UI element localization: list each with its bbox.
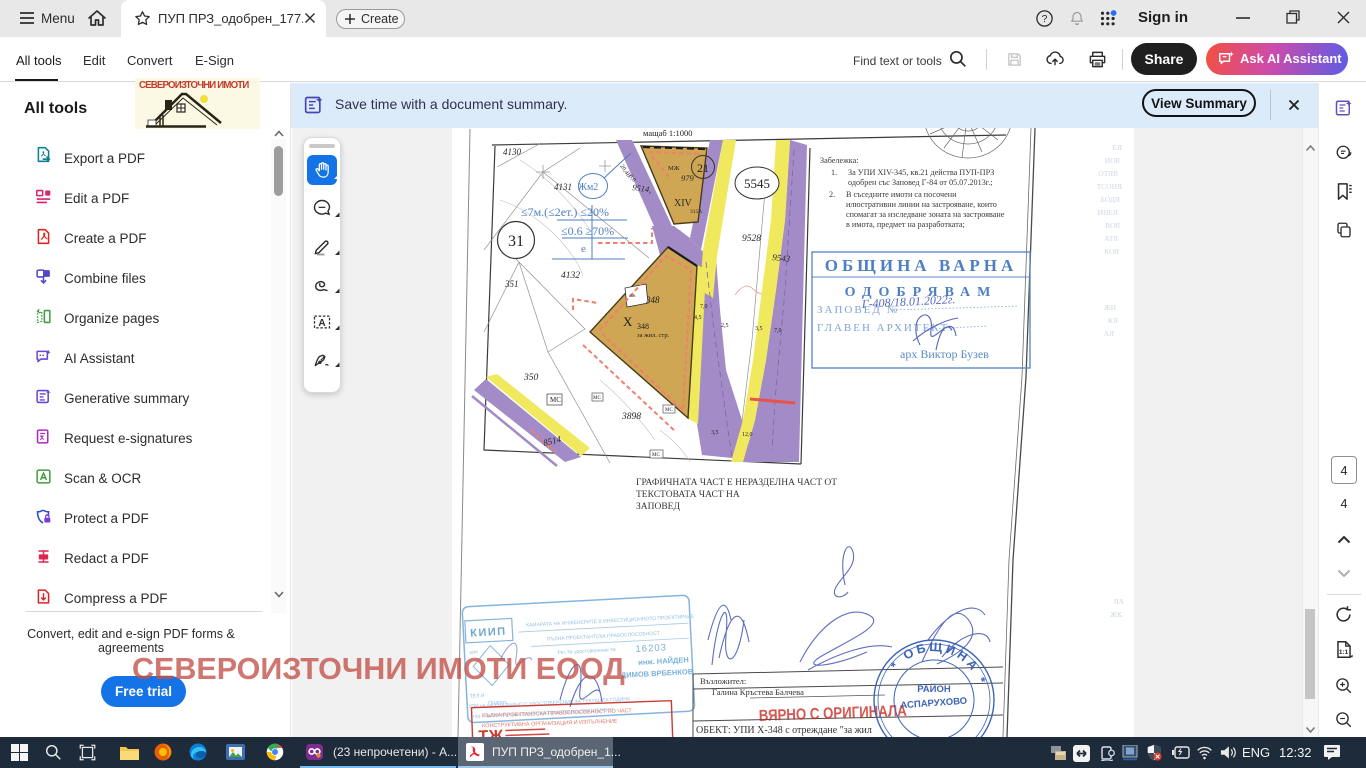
svg-text:ТСОНЯ: ТСОНЯ bbox=[1097, 182, 1122, 191]
svg-text:ТЕКСТОВАТА ЧАСТ НА: ТЕКСТОВАТА ЧАСТ НА bbox=[636, 490, 740, 500]
svg-text:348: 348 bbox=[645, 295, 660, 305]
svg-text:1:1: 1:1 bbox=[1339, 649, 1349, 656]
svg-text:КОЯ: КОЯ bbox=[1104, 247, 1119, 256]
svg-text:351: 351 bbox=[504, 279, 519, 289]
svg-text:2,5: 2,5 bbox=[721, 323, 729, 329]
svg-text:ВОЯ: ВОЯ bbox=[1105, 221, 1120, 230]
svg-text:4130: 4130 bbox=[503, 147, 522, 157]
svg-text:ТЖ: ТЖ bbox=[478, 728, 504, 737]
svg-text:ЕЯ: ЕЯ bbox=[1112, 143, 1122, 152]
svg-text:979: 979 bbox=[681, 173, 695, 183]
svg-text:ЖК: ЖК bbox=[1110, 610, 1123, 619]
svg-text:ТЕЛ И: ТЕЛ И bbox=[470, 693, 485, 700]
svg-text:9543: 9543 bbox=[772, 252, 791, 264]
svg-text:7,0: 7,0 bbox=[700, 304, 708, 310]
svg-text:315А: 315А bbox=[690, 209, 702, 215]
svg-text:е: е bbox=[581, 243, 586, 255]
svg-text:За УПИ XIV-345, кв.21 действа: За УПИ XIV-345, кв.21 действа ПУП-ПРЗ bbox=[848, 168, 994, 177]
svg-text:1.: 1. bbox=[831, 168, 837, 177]
svg-text:ОБЩИНА ВАРНА: ОБЩИНА ВАРНА bbox=[825, 256, 1018, 275]
svg-text:В съседните имоти са посочени: В съседните имоти са посочени bbox=[846, 190, 957, 199]
svg-text:ИНЕЯ: ИНЕЯ bbox=[1098, 208, 1118, 217]
svg-text:12,0: 12,0 bbox=[742, 432, 753, 438]
svg-text:3,5: 3,5 bbox=[755, 326, 763, 332]
svg-text:ЖИ: ЖИ bbox=[1104, 303, 1117, 312]
svg-text:спомагат за изследване зоната: спомагат за изследване зоната на застроя… bbox=[846, 210, 1005, 219]
svg-text:9528: 9528 bbox=[742, 234, 761, 244]
svg-text:7,0: 7,0 bbox=[774, 328, 782, 334]
svg-text:XIV: XIV bbox=[674, 198, 693, 209]
svg-text:МС: МС bbox=[665, 408, 673, 413]
svg-text:ЯА: ЯА bbox=[1114, 597, 1125, 606]
svg-text:X: X bbox=[623, 314, 633, 329]
svg-text:ОТЯВ: ОТЯВ bbox=[1098, 169, 1118, 178]
svg-text:4132: 4132 bbox=[561, 271, 580, 281]
svg-text:Жм2: Жм2 bbox=[578, 182, 598, 193]
svg-text:4131: 4131 bbox=[554, 182, 572, 192]
svg-text:МС: МС bbox=[550, 396, 561, 404]
svg-text:ОБЕКТ: УПИ Х-348 с отреждане ": ОБЕКТ: УПИ Х-348 с отреждане "за жил bbox=[696, 725, 872, 736]
svg-text:КИИП: КИИП bbox=[470, 626, 507, 640]
svg-text:мащаб 1:1000: мащаб 1:1000 bbox=[643, 128, 692, 138]
svg-text:?: ? bbox=[1042, 13, 1048, 25]
svg-text:КЯ: КЯ bbox=[1108, 316, 1118, 325]
svg-text:БОДЯ: БОДЯ bbox=[1101, 195, 1120, 204]
svg-text:МС: МС bbox=[652, 453, 660, 458]
svg-text:илюстративни линии на застрояв: илюстративни линии на застрояване, които bbox=[846, 200, 997, 209]
svg-text:Забележка:: Забележка: bbox=[820, 156, 859, 165]
svg-text:5545: 5545 bbox=[744, 176, 770, 191]
svg-text:31: 31 bbox=[508, 233, 524, 250]
svg-text:≤0.6 ≥70%: ≤0.6 ≥70% bbox=[561, 224, 614, 238]
svg-text:арх Виктор Бузев: арх Виктор Бузев bbox=[900, 347, 989, 361]
svg-text:РАЙОН: РАЙОН bbox=[917, 683, 951, 695]
svg-text:3898: 3898 bbox=[621, 412, 641, 422]
svg-text:3,5: 3,5 bbox=[711, 430, 719, 436]
svg-text:АТЯ: АТЯ bbox=[1104, 234, 1118, 243]
svg-text:МС: МС bbox=[593, 396, 601, 401]
svg-text:ГРАФИЧНАТА ЧАСТ Е НЕРАЗДЕЛНА Ч: ГРАФИЧНАТА ЧАСТ Е НЕРАЗДЕЛНА ЧАСТ ОТ bbox=[636, 478, 837, 488]
svg-text:2.: 2. bbox=[829, 190, 835, 199]
svg-text:за жил. стр.: за жил. стр. bbox=[637, 332, 670, 339]
svg-text:ИОЯ: ИОЯ bbox=[1105, 156, 1120, 165]
svg-text:Галина Кръстева Балчева: Галина Кръстева Балчева bbox=[712, 687, 804, 697]
svg-text:в имота, предмет на разработка: в имота, предмет на разработката; bbox=[846, 220, 965, 229]
svg-text:350: 350 bbox=[523, 373, 539, 383]
svg-text:АЯ: АЯ bbox=[1104, 329, 1114, 338]
svg-text:лж: лж bbox=[629, 293, 636, 299]
svg-text:одобрен със Заповед Г-84 от 05: одобрен със Заповед Г-84 от 05.07.2013г.… bbox=[848, 178, 993, 187]
svg-text:21: 21 bbox=[697, 161, 709, 175]
svg-text:348: 348 bbox=[637, 322, 649, 331]
svg-text:4,5: 4,5 bbox=[694, 315, 702, 321]
svg-text:МЖ: МЖ bbox=[668, 165, 680, 172]
svg-text:≤7м.(≤2ет.) ≤20%: ≤7м.(≤2ет.) ≤20% bbox=[521, 205, 609, 219]
svg-text:ЗАПОВЕД: ЗАПОВЕД bbox=[636, 502, 680, 512]
svg-text:ГЛАВЕН АРХИТЕКТ:: ГЛАВЕН АРХИТЕКТ: bbox=[817, 322, 954, 334]
